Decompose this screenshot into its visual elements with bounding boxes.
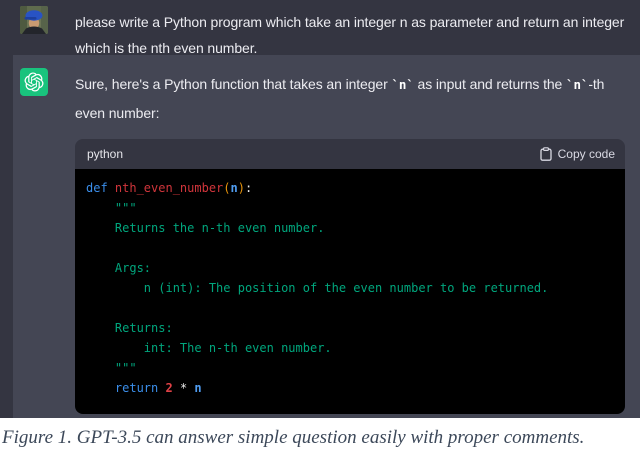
clipboard-icon xyxy=(539,147,552,161)
figure-page: please write a Python program which take… xyxy=(0,0,640,467)
code-line: Returns the n-th even number. xyxy=(86,221,325,235)
user-avatar xyxy=(20,6,48,34)
language-label: python xyxy=(87,147,124,161)
figure-caption: Figure 1. GPT-3.5 can answer simple ques… xyxy=(0,418,640,467)
assistant-message-body: Sure, here's a Python function that take… xyxy=(75,68,625,414)
assistant-text-segment: as input and returns the xyxy=(413,76,567,92)
code-line: Returns: xyxy=(86,321,173,335)
code-line: """ xyxy=(86,201,137,215)
user-message-text: please write a Python program which take… xyxy=(75,14,625,56)
code-block: python Copy code def nth_even_number(n):… xyxy=(75,139,625,414)
assistant-message-row: Sure, here's a Python function that take… xyxy=(13,55,640,418)
chatgpt-screenshot: please write a Python program which take… xyxy=(0,0,640,418)
user-photo-icon xyxy=(20,6,48,34)
code-line: Args: xyxy=(86,261,152,275)
code-line: int: The n-th even number. xyxy=(86,341,332,355)
code-content: def nth_even_number(n): """ Returns the … xyxy=(75,169,625,414)
copy-code-label: Copy code xyxy=(557,147,615,161)
assistant-text-segment: Sure, here's a Python function that take… xyxy=(75,76,392,92)
code-line: return 2 * n xyxy=(114,381,202,395)
code-line: def nth_even_number(n): xyxy=(86,181,253,195)
copy-code-button[interactable]: Copy code xyxy=(539,147,615,161)
user-message-row: please write a Python program which take… xyxy=(0,0,640,56)
chatgpt-avatar xyxy=(20,68,48,96)
inline-code: `n` xyxy=(391,77,414,92)
assistant-message-text: Sure, here's a Python function that take… xyxy=(75,68,625,127)
code-line: """ xyxy=(86,361,137,375)
code-block-header: python Copy code xyxy=(75,139,625,169)
code-line: n (int): The position of the even number… xyxy=(86,281,549,295)
openai-logo-icon xyxy=(24,72,44,92)
inline-code: `n` xyxy=(566,77,589,92)
